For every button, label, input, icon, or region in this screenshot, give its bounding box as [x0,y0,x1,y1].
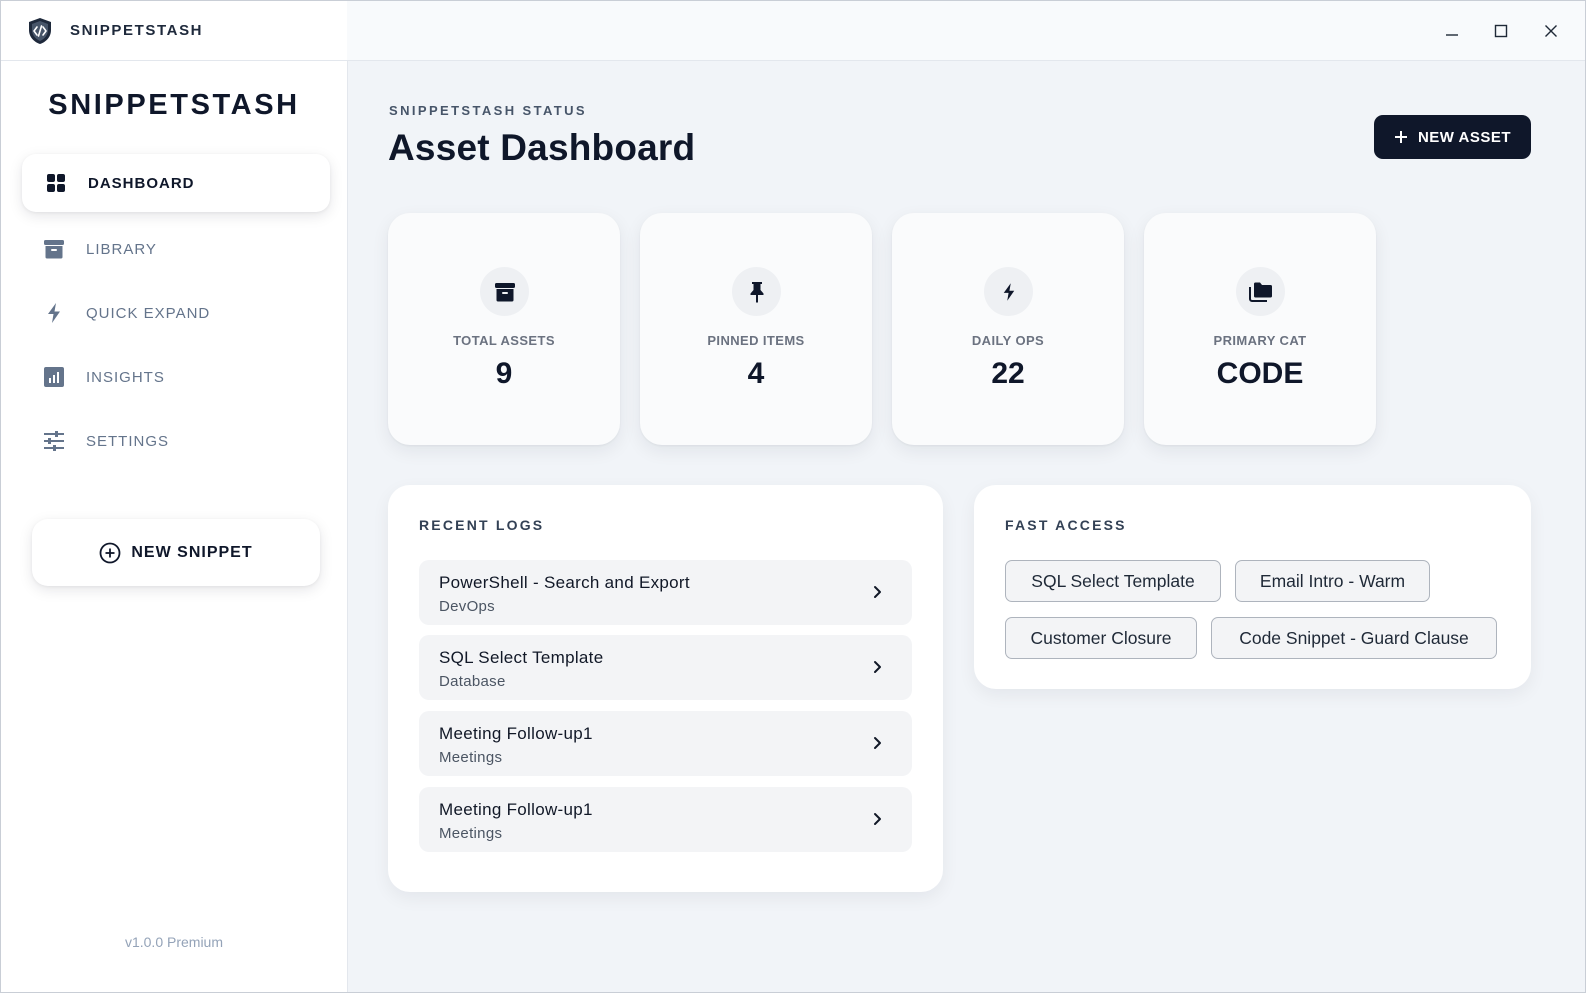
stat-card-primary-cat: PRIMARY CAT CODE [1144,213,1376,445]
maximize-button[interactable] [1486,16,1516,46]
app-window: SNIPPETSTASH SNIPPETSTASH DASHBOARD LIBR… [0,0,1586,993]
new-snippet-label: NEW SNIPPET [131,543,253,561]
maximize-icon [1494,24,1508,38]
archive-icon [42,237,66,261]
version-label: v1.0.0 Premium [124,934,224,950]
sidebar-item-label: SETTINGS [86,432,170,450]
bolt-icon [984,267,1033,316]
new-asset-label: NEW ASSET [1417,128,1512,146]
pin-icon [732,267,781,316]
stat-label: TOTAL ASSETS [453,333,555,348]
stat-value: 4 [747,357,765,390]
sidebar-item-insights[interactable]: INSIGHTS [20,348,328,406]
stat-label: PRIMARY CAT [1213,333,1307,348]
minimize-icon [1446,34,1458,36]
folder-icon [1236,267,1285,316]
sliders-icon [42,429,66,453]
close-button[interactable] [1536,16,1566,46]
log-item-title: PowerShell - Search and Export [439,573,690,592]
stat-value: CODE [1216,357,1304,390]
sidebar-brand: SNIPPETSTASH [48,89,300,121]
log-item[interactable]: SQL Select Template Database [419,635,912,700]
sidebar-item-label: INSIGHTS [86,368,165,386]
chart-icon [42,365,66,389]
grid-icon [44,171,68,195]
sidebar-item-dashboard[interactable]: DASHBOARD [22,154,330,212]
bolt-icon [42,301,66,325]
sidebar-item-library[interactable]: LIBRARY [20,220,328,278]
log-item[interactable]: Meeting Follow-up1 Meetings [419,711,912,776]
fast-access-chip[interactable]: Email Intro - Warm [1235,560,1430,602]
close-icon [1545,25,1557,37]
stat-card-total-assets: TOTAL ASSETS 9 [388,213,620,445]
sidebar-item-label: QUICK EXPAND [86,304,211,322]
stat-value: 9 [495,357,513,390]
sidebar-item-quick-expand[interactable]: QUICK EXPAND [20,284,328,342]
new-asset-button[interactable]: NEW ASSET [1374,115,1531,159]
fast-access-panel: FAST ACCESS SQL Select Template Email In… [974,485,1531,689]
log-item-category: Meetings [439,749,503,766]
log-item-title: Meeting Follow-up1 [439,800,593,819]
sidebar-item-label: DASHBOARD [88,174,195,192]
archive-icon [480,267,529,316]
log-item-category: DevOps [439,598,495,615]
chevron-right-icon [867,657,887,677]
sidebar-item-settings[interactable]: SETTINGS [20,412,328,470]
shield-code-icon [29,18,51,44]
main-content: SNIPPETSTASH STATUS Asset Dashboard NEW … [348,61,1585,992]
stat-card-daily-ops: DAILY OPS 22 [892,213,1124,445]
sidebar: SNIPPETSTASH DASHBOARD LIBRARY QUICK EXP… [1,61,348,992]
stat-card-pinned-items: PINNED ITEMS 4 [640,213,872,445]
chevron-right-icon [867,733,887,753]
fast-access-chip[interactable]: SQL Select Template [1005,560,1221,602]
recent-logs-title: RECENT LOGS [419,517,545,533]
chevron-right-icon [867,809,887,829]
log-item-category: Database [439,673,506,690]
new-snippet-button[interactable]: NEW SNIPPET [32,519,320,586]
title-bar: SNIPPETSTASH [1,1,1585,61]
stat-label: PINNED ITEMS [707,333,805,348]
plus-circle-icon [99,542,121,563]
log-item-title: SQL Select Template [439,648,604,667]
fast-access-title: FAST ACCESS [1005,517,1127,533]
fast-access-chip[interactable]: Customer Closure [1005,617,1197,659]
chevron-right-icon [867,582,887,602]
sidebar-item-label: LIBRARY [86,240,157,258]
app-title: SNIPPETSTASH [70,22,204,39]
page-title: Asset Dashboard [388,127,696,168]
log-item-category: Meetings [439,825,503,842]
minimize-button[interactable] [1437,16,1467,46]
fast-access-chip[interactable]: Code Snippet - Guard Clause [1211,617,1497,659]
page-eyebrow: SNIPPETSTASH STATUS [389,103,588,118]
log-item[interactable]: PowerShell - Search and Export DevOps [419,560,912,625]
log-item-title: Meeting Follow-up1 [439,724,593,743]
stat-label: DAILY OPS [971,333,1045,348]
plus-icon [1394,131,1407,143]
recent-logs-panel: RECENT LOGS PowerShell - Search and Expo… [388,485,943,892]
log-item[interactable]: Meeting Follow-up1 Meetings [419,787,912,852]
stat-value: 22 [991,357,1025,390]
